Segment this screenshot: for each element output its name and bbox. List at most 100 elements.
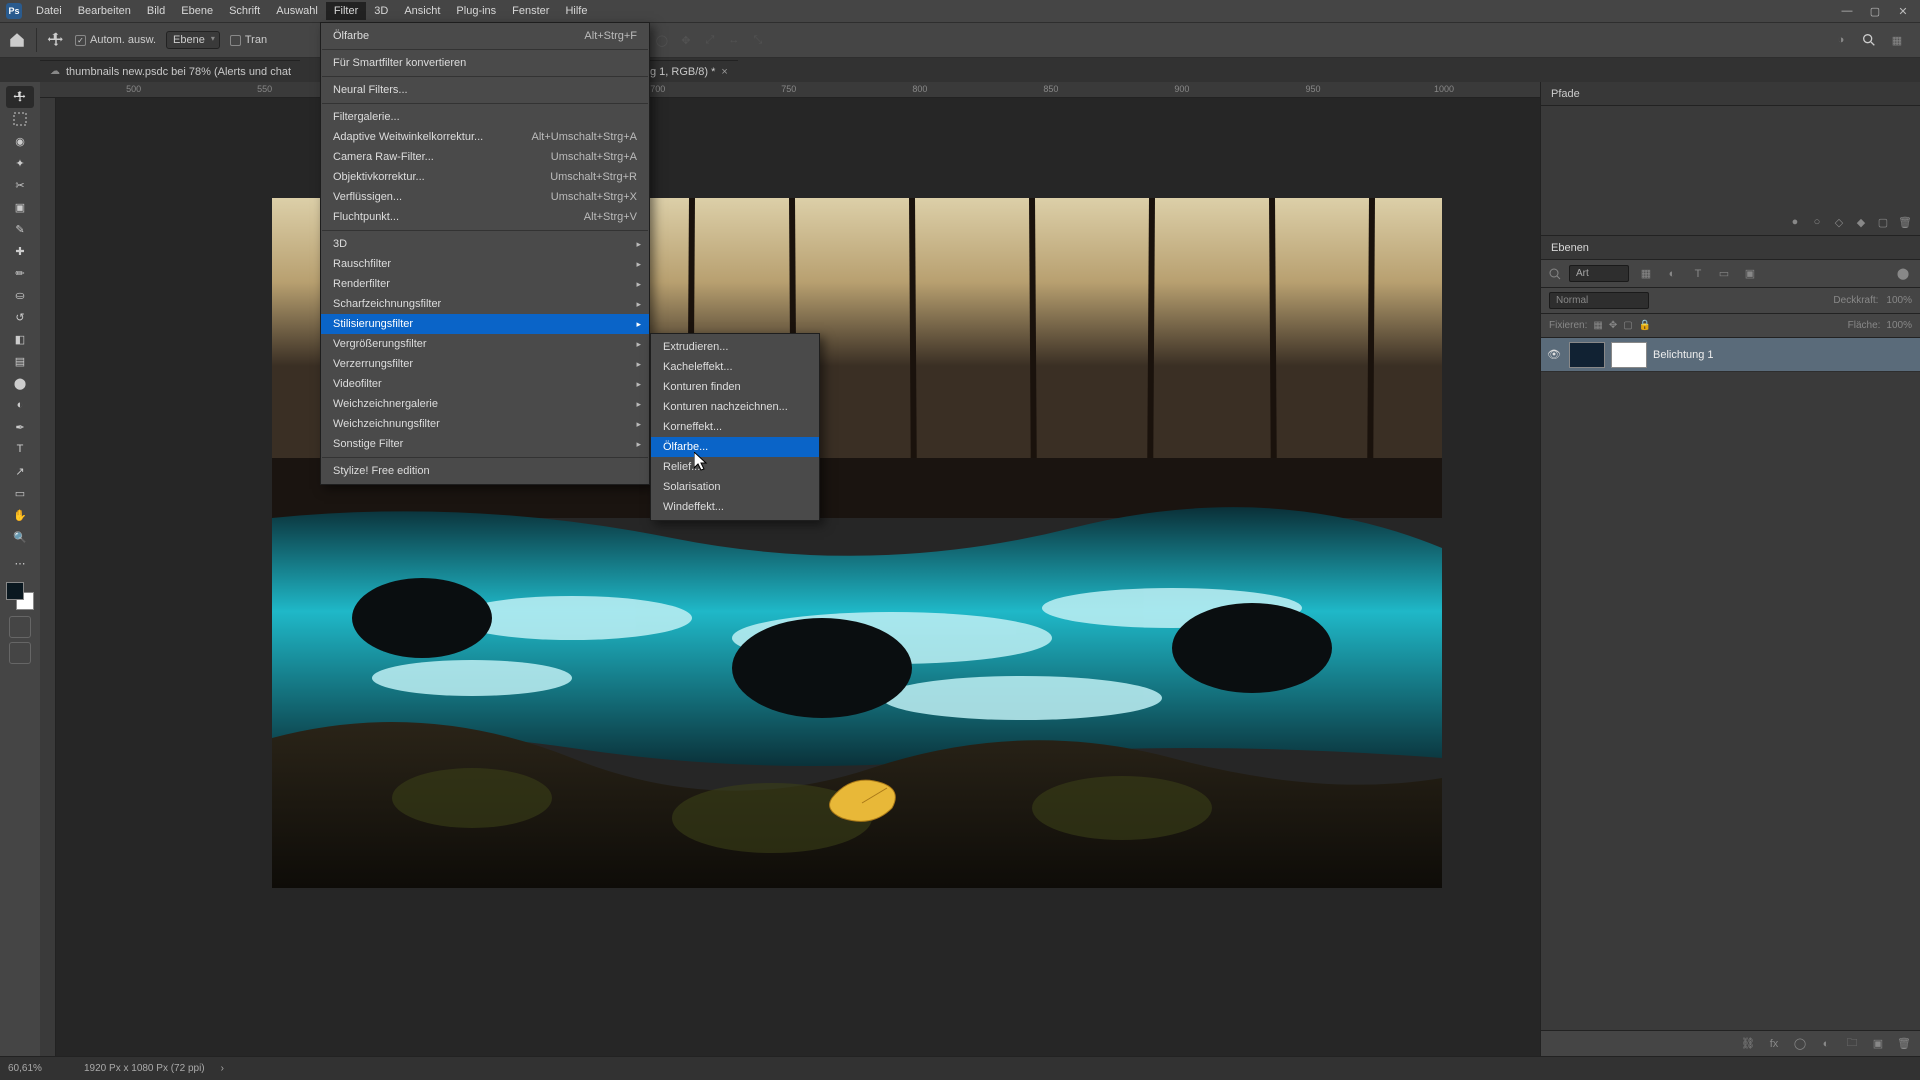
submenu-grain[interactable]: Korneffekt... — [651, 417, 819, 437]
pen-tool[interactable]: ✒ — [6, 416, 34, 438]
path-make-icon[interactable]: ◆ — [1854, 215, 1868, 229]
layer-group-icon[interactable]: 🗀 — [1844, 1036, 1860, 1052]
menu-item-sharpen[interactable]: Scharfzeichnungsfilter — [321, 294, 649, 314]
workspace-icon[interactable]: ▦ — [1888, 31, 1906, 49]
path-stroke-icon[interactable]: ○ — [1810, 215, 1824, 229]
opacity-value[interactable]: 100% — [1886, 295, 1912, 306]
menu-datei[interactable]: Datei — [28, 2, 70, 20]
path-delete-icon[interactable]: 🗑 — [1898, 215, 1912, 229]
menu-bearbeiten[interactable]: Bearbeiten — [70, 2, 139, 20]
window-maximize-icon[interactable]: ▢ — [1864, 3, 1886, 19]
menu-item-3d[interactable]: 3D — [321, 234, 649, 254]
menu-item-adaptive[interactable]: Adaptive Weitwinkelkorrektur...Alt+Umsch… — [321, 127, 649, 147]
menu-item-video[interactable]: Videofilter — [321, 374, 649, 394]
adjustment-layer-icon[interactable]: ◐ — [1818, 1036, 1834, 1052]
menu-item-stylize[interactable]: Stilisierungsfilter — [321, 314, 649, 334]
dolly-icon[interactable]: ⤢ — [701, 31, 719, 49]
menu-item-magnify[interactable]: Vergrößerungsfilter — [321, 334, 649, 354]
slide-icon[interactable]: ↔ — [725, 31, 743, 49]
orbit-icon[interactable]: ◯ — [653, 31, 671, 49]
auto-select-checkbox[interactable]: ✓Autom. ausw. — [75, 34, 156, 46]
ruler-vertical[interactable] — [40, 98, 56, 1056]
submenu-oilpaint[interactable]: Ölfarbe... — [651, 437, 819, 457]
menu-item-other[interactable]: Sonstige Filter — [321, 434, 649, 454]
filter-type-icon[interactable]: T — [1689, 265, 1707, 283]
scale3d-icon[interactable]: ⤡ — [749, 31, 767, 49]
color-swatches[interactable] — [6, 582, 34, 610]
submenu-extrude[interactable]: Extrudieren... — [651, 337, 819, 357]
submenu-traceedges[interactable]: Konturen nachzeichnen... — [651, 397, 819, 417]
edit-toolbar-icon[interactable]: ⋯ — [6, 552, 34, 574]
path-sel-icon[interactable]: ◇ — [1832, 215, 1846, 229]
layer-mask-icon[interactable]: ◯ — [1792, 1036, 1808, 1052]
filter-toggle-icon[interactable]: ⬤ — [1894, 265, 1912, 283]
window-minimize-icon[interactable]: — — [1836, 3, 1858, 19]
menu-item-recent-filter[interactable]: Ölfarbe Alt+Strg+F — [321, 26, 649, 46]
menu-item-vanish[interactable]: Fluchtpunkt...Alt+Strg+V — [321, 207, 649, 227]
submenu-findedges[interactable]: Konturen finden — [651, 377, 819, 397]
menu-item-camera-raw[interactable]: Camera Raw-Filter...Umschalt+Strg+A — [321, 147, 649, 167]
eyedropper-tool[interactable]: ✎ — [6, 218, 34, 240]
type-tool[interactable]: T — [6, 438, 34, 460]
lock-position-icon[interactable]: ✥ — [1609, 320, 1617, 331]
tab-close-icon[interactable]: × — [721, 66, 727, 78]
lock-all-icon[interactable]: 🔒 — [1639, 320, 1651, 331]
path-fill-icon[interactable]: ● — [1788, 215, 1802, 229]
tab-doc-0[interactable]: ☁ thumbnails new.psdc bei 78% (Alerts un… — [40, 60, 300, 82]
layer-thumb[interactable] — [1569, 342, 1605, 368]
transform-checkbox[interactable]: Tran — [230, 34, 267, 46]
panel-tab-pfade[interactable]: Pfade — [1541, 82, 1920, 106]
zoom-tool[interactable]: 🔍 — [6, 526, 34, 548]
filter-adjust-icon[interactable]: ◐ — [1663, 265, 1681, 283]
hand-tool[interactable]: ✋ — [6, 504, 34, 526]
menu-item-gallery[interactable]: Filtergalerie... — [321, 107, 649, 127]
menu-item-blur[interactable]: Weichzeichnungsfilter — [321, 414, 649, 434]
pan3d-icon[interactable]: ✥ — [677, 31, 695, 49]
layers-list[interactable]: 👁 Belichtung 1 — [1541, 338, 1920, 1030]
layer-visibility-icon[interactable]: 👁 — [1547, 348, 1563, 361]
eraser-tool[interactable]: ◧ — [6, 328, 34, 350]
doc-info[interactable]: 1920 Px x 1080 Px (72 ppi) — [84, 1063, 205, 1074]
path-new-icon[interactable]: ▢ — [1876, 215, 1890, 229]
menu-item-liquify[interactable]: Verflüssigen...Umschalt+Strg+X — [321, 187, 649, 207]
filter-kind-select[interactable]: Art — [1569, 265, 1629, 282]
wand-tool[interactable]: ✦ — [6, 152, 34, 174]
layer-name[interactable]: Belichtung 1 — [1653, 349, 1714, 361]
menu-item-neural[interactable]: Neural Filters... — [321, 80, 649, 100]
lock-pixels-icon[interactable]: ▦ — [1593, 320, 1602, 331]
move-tool[interactable] — [6, 86, 34, 108]
menu-item-render[interactable]: Renderfilter — [321, 274, 649, 294]
layer-item[interactable]: 👁 Belichtung 1 — [1541, 338, 1920, 372]
menu-3d[interactable]: 3D — [366, 2, 396, 20]
frame-tool[interactable]: ▣ — [6, 196, 34, 218]
menu-item-stylize-plugin[interactable]: Stylize! Free edition — [321, 461, 649, 481]
menu-ebene[interactable]: Ebene — [173, 2, 221, 20]
lock-artboard-icon[interactable]: ▢ — [1623, 320, 1632, 331]
menu-schrift[interactable]: Schrift — [221, 2, 268, 20]
blend-mode-select[interactable]: Normal — [1549, 292, 1649, 309]
menu-hilfe[interactable]: Hilfe — [557, 2, 595, 20]
panel-tab-ebenen[interactable]: Ebenen — [1541, 236, 1920, 260]
marquee-tool[interactable] — [6, 108, 34, 130]
menu-bild[interactable]: Bild — [139, 2, 173, 20]
submenu-wind[interactable]: Windeffekt... — [651, 497, 819, 517]
link-layers-icon[interactable]: ⛓ — [1740, 1036, 1756, 1052]
dodge-tool[interactable]: ◐ — [6, 394, 34, 416]
submenu-tiles[interactable]: Kacheleffekt... — [651, 357, 819, 377]
cloud-doc-icon[interactable]: ◑ — [1832, 31, 1850, 49]
stylize-submenu[interactable]: Extrudieren... Kacheleffekt... Konturen … — [650, 333, 820, 521]
menu-item-blurgallery[interactable]: Weichzeichnergalerie — [321, 394, 649, 414]
fill-value[interactable]: 100% — [1886, 320, 1912, 331]
layer-fx-icon[interactable]: fx — [1766, 1036, 1782, 1052]
crop-tool[interactable]: ✂ — [6, 174, 34, 196]
menu-item-smartfilter[interactable]: Für Smartfilter konvertieren — [321, 53, 649, 73]
new-layer-icon[interactable]: ▣ — [1870, 1036, 1886, 1052]
menu-fenster[interactable]: Fenster — [504, 2, 557, 20]
submenu-emboss[interactable]: Relief... — [651, 457, 819, 477]
path-tool[interactable]: ↗ — [6, 460, 34, 482]
history-brush-tool[interactable]: ↺ — [6, 306, 34, 328]
quickmask-icon[interactable] — [9, 616, 31, 638]
zoom-field[interactable]: 60,61% — [8, 1063, 68, 1074]
filter-search-icon[interactable] — [1549, 268, 1561, 280]
search-icon[interactable] — [1860, 31, 1878, 49]
